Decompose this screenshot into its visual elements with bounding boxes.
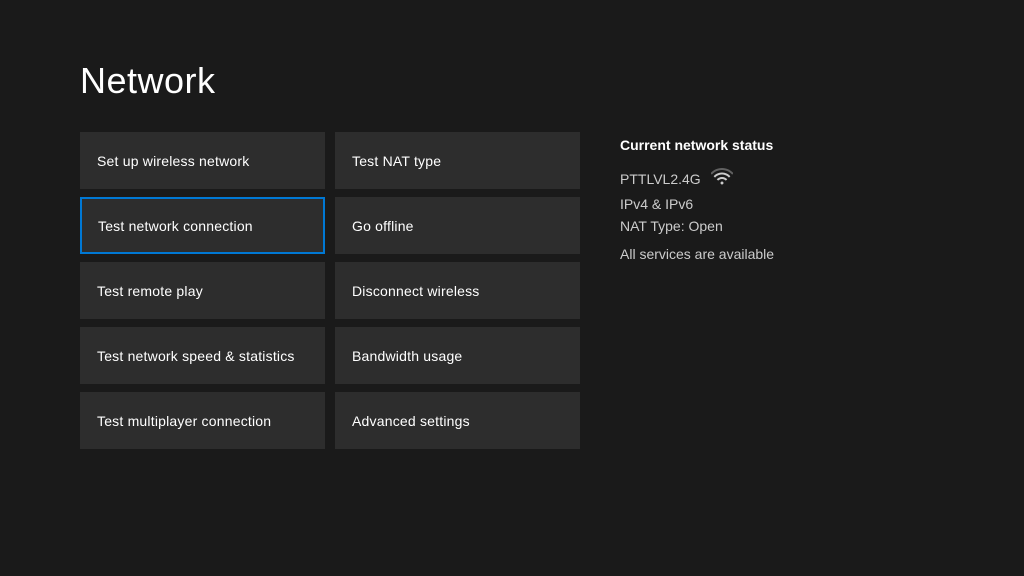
status-nat-type: NAT Type: Open	[620, 218, 944, 234]
menu-item-test-nat[interactable]: Test NAT type	[335, 132, 580, 189]
status-panel: Current network status PTTLVL2.4G IPv4 &…	[620, 132, 944, 449]
menu-item-advanced-settings[interactable]: Advanced settings	[335, 392, 580, 449]
page-container: Network Set up wireless network Test net…	[0, 0, 1024, 576]
menu-item-test-speed[interactable]: Test network speed & statistics	[80, 327, 325, 384]
content-layout: Set up wireless network Test network con…	[80, 132, 944, 449]
wifi-icon	[711, 167, 733, 190]
menu-item-test-network[interactable]: Test network connection	[80, 197, 325, 254]
page-title: Network	[80, 60, 944, 102]
column-2: Test NAT type Go offline Disconnect wire…	[335, 132, 580, 449]
menu-item-test-multiplayer[interactable]: Test multiplayer connection	[80, 392, 325, 449]
menu-item-setup-wireless[interactable]: Set up wireless network	[80, 132, 325, 189]
menu-item-test-remote[interactable]: Test remote play	[80, 262, 325, 319]
status-ssid-row: PTTLVL2.4G	[620, 167, 944, 190]
status-ssid: PTTLVL2.4G	[620, 171, 701, 187]
column-1: Set up wireless network Test network con…	[80, 132, 325, 449]
menu-item-go-offline[interactable]: Go offline	[335, 197, 580, 254]
menu-item-disconnect-wireless[interactable]: Disconnect wireless	[335, 262, 580, 319]
status-services: All services are available	[620, 246, 944, 262]
status-title: Current network status	[620, 137, 944, 153]
menu-item-bandwidth-usage[interactable]: Bandwidth usage	[335, 327, 580, 384]
status-ip-version: IPv4 & IPv6	[620, 196, 944, 212]
